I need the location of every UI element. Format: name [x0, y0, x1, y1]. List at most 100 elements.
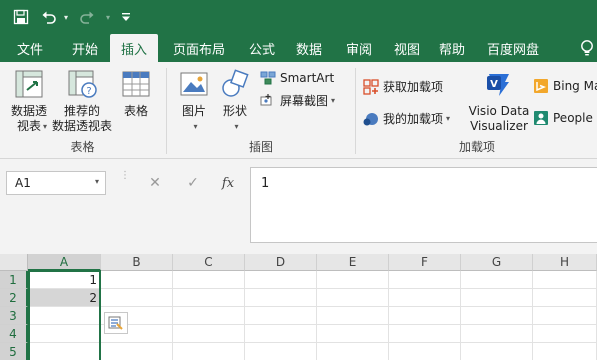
row-header-3[interactable]: 3: [0, 307, 28, 325]
tab-view[interactable]: 视图: [384, 34, 430, 62]
smartart-button[interactable]: SmartArt: [260, 70, 334, 86]
pictures-dropdown-icon[interactable]: ▾: [193, 119, 197, 134]
shapes-dropdown-icon[interactable]: ▾: [234, 119, 238, 134]
row-header-5[interactable]: 5: [0, 343, 28, 360]
column-header-c[interactable]: C: [173, 254, 245, 271]
quick-analysis-icon[interactable]: [104, 312, 128, 334]
row-header-4[interactable]: 4: [0, 325, 28, 343]
lightbulb-icon[interactable]: [577, 34, 597, 62]
cell-h4[interactable]: [533, 325, 597, 343]
shapes-button[interactable]: 形状 ▾: [216, 68, 254, 134]
column-header-b[interactable]: B: [101, 254, 173, 271]
screenshot-button[interactable]: 屏幕截图 ▾: [260, 92, 335, 109]
customize-icon[interactable]: [114, 0, 138, 34]
tab-review[interactable]: 审阅: [334, 34, 384, 62]
cell-e2[interactable]: [317, 289, 389, 307]
pictures-button[interactable]: 图片 ▾: [176, 68, 212, 134]
recommended-pivot-button[interactable]: ? 推荐的 数据透视表: [50, 68, 114, 134]
column-header-g[interactable]: G: [461, 254, 533, 271]
cell-f5[interactable]: [389, 343, 461, 360]
cell-d4[interactable]: [245, 325, 317, 343]
tab-file[interactable]: 文件: [0, 34, 60, 62]
cell-f2[interactable]: [389, 289, 461, 307]
my-addins-icon: [363, 112, 378, 125]
undo-icon[interactable]: [38, 0, 60, 34]
cell-b2[interactable]: [101, 289, 173, 307]
pivot-dropdown-icon[interactable]: ▾: [43, 122, 47, 131]
save-icon[interactable]: [4, 0, 38, 34]
group-separator: [166, 68, 167, 154]
cell-c3[interactable]: [173, 307, 245, 325]
cell-a3[interactable]: [28, 307, 101, 325]
table-button[interactable]: 表格: [116, 68, 156, 119]
cell-d5[interactable]: [245, 343, 317, 360]
cell-d3[interactable]: [245, 307, 317, 325]
tab-data[interactable]: 数据: [284, 34, 334, 62]
cell-f1[interactable]: [389, 271, 461, 289]
cell-g2[interactable]: [461, 289, 533, 307]
get-addins-label: 获取加载项: [383, 80, 444, 94]
worksheet-grid: A B C D E F G H 1 2 3 4 5 1 2: [0, 254, 597, 360]
redo-dropdown-icon[interactable]: ▾: [102, 0, 114, 34]
select-all-corner[interactable]: [0, 254, 28, 271]
cell-f3[interactable]: [389, 307, 461, 325]
tab-page-layout[interactable]: 页面布局: [158, 34, 240, 62]
column-header-f[interactable]: F: [389, 254, 461, 271]
formula-bar-grip-icon[interactable]: ⋮: [120, 171, 130, 181]
name-box-dropdown-icon[interactable]: ▾: [95, 177, 99, 186]
cell-f4[interactable]: [389, 325, 461, 343]
picture-icon: [180, 72, 208, 96]
tab-insert[interactable]: 插入: [110, 34, 158, 62]
cell-b1[interactable]: [101, 271, 173, 289]
column-header-a[interactable]: A: [28, 254, 101, 271]
enter-icon[interactable]: ✓: [178, 171, 208, 195]
cell-g5[interactable]: [461, 343, 533, 360]
column-header-e[interactable]: E: [317, 254, 389, 271]
cell-c4[interactable]: [173, 325, 245, 343]
redo-icon[interactable]: [72, 0, 102, 34]
tab-help[interactable]: 帮助: [430, 34, 474, 62]
visio-data-visualizer-button[interactable]: V Visio Data Visualizer: [467, 68, 531, 134]
cell-d1[interactable]: [245, 271, 317, 289]
cancel-icon[interactable]: ✕: [140, 171, 170, 195]
cell-g4[interactable]: [461, 325, 533, 343]
row-header-1[interactable]: 1: [0, 271, 28, 289]
cell-g1[interactable]: [461, 271, 533, 289]
column-header-h[interactable]: H: [533, 254, 597, 271]
cell-e3[interactable]: [317, 307, 389, 325]
cell-c1[interactable]: [173, 271, 245, 289]
cell-h3[interactable]: [533, 307, 597, 325]
row-header-2[interactable]: 2: [0, 289, 28, 307]
cell-h1[interactable]: [533, 271, 597, 289]
cell-c2[interactable]: [173, 289, 245, 307]
my-addins-dropdown-icon[interactable]: ▾: [446, 114, 450, 123]
bing-maps-button[interactable]: Bing Ma: [533, 78, 597, 94]
undo-dropdown-icon[interactable]: ▾: [60, 0, 72, 34]
cell-e1[interactable]: [317, 271, 389, 289]
formula-input[interactable]: 1: [250, 167, 597, 243]
cell-a5[interactable]: [28, 343, 101, 360]
tab-baidu-netdisk[interactable]: 百度网盘: [474, 34, 552, 62]
tab-home[interactable]: 开始: [60, 34, 110, 62]
name-box[interactable]: A1 ▾: [6, 171, 106, 195]
cell-e5[interactable]: [317, 343, 389, 360]
cell-g3[interactable]: [461, 307, 533, 325]
tab-formulas[interactable]: 公式: [240, 34, 284, 62]
formula-bar-area: A1 ▾ ⋮ ✕ ✓ fx 1: [0, 159, 597, 254]
insert-function-icon[interactable]: fx: [213, 171, 243, 195]
cell-a2[interactable]: 2: [28, 289, 101, 307]
my-addins-button[interactable]: 我的加载项 ▾: [363, 110, 450, 127]
cell-a1[interactable]: 1: [28, 271, 101, 289]
cell-h5[interactable]: [533, 343, 597, 360]
cell-a4[interactable]: [28, 325, 101, 343]
people-graph-button[interactable]: People: [533, 110, 593, 126]
column-header-d[interactable]: D: [245, 254, 317, 271]
get-addins-button[interactable]: 获取加载项: [363, 78, 443, 95]
cell-d2[interactable]: [245, 289, 317, 307]
screenshot-dropdown-icon[interactable]: ▾: [331, 96, 335, 105]
cell-e4[interactable]: [317, 325, 389, 343]
cell-b5[interactable]: [101, 343, 173, 360]
smartart-icon: [260, 71, 276, 85]
cell-c5[interactable]: [173, 343, 245, 360]
cell-h2[interactable]: [533, 289, 597, 307]
